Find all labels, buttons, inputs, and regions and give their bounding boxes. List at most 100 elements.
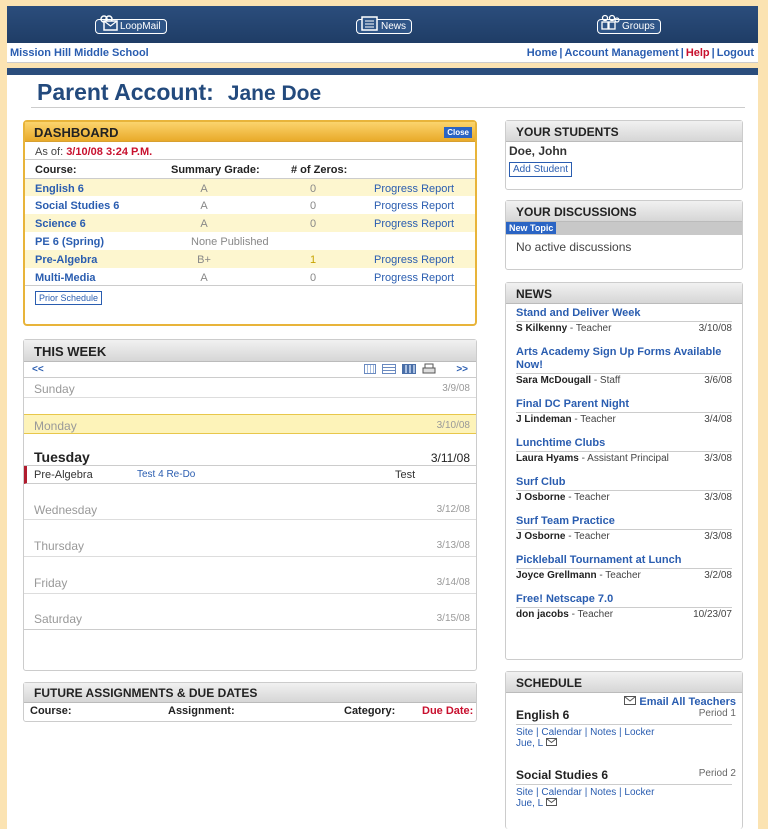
- news-date: 3/3/08: [704, 531, 732, 542]
- divider: [31, 107, 745, 108]
- logout-link[interactable]: Logout: [717, 47, 754, 59]
- teacher-link[interactable]: Jue, L: [516, 798, 543, 809]
- notes-link[interactable]: Notes: [590, 787, 616, 798]
- news-meta: J Osborne - Teacher 3/3/08: [516, 490, 732, 503]
- grade-value: A: [200, 218, 208, 230]
- news-meta: J Osborne - Teacher 3/3/08: [516, 529, 732, 542]
- news-title-link[interactable]: Free! Netscape 7.0: [516, 593, 732, 606]
- separator: |: [711, 47, 715, 59]
- loopmail-icon: [100, 15, 118, 31]
- day-row-monday: Monday 3/10/08: [24, 415, 476, 434]
- course-link[interactable]: Pre-Algebra: [35, 254, 97, 266]
- groups-button[interactable]: Groups: [597, 14, 661, 34]
- print-icon[interactable]: [422, 363, 436, 375]
- news-button[interactable]: News: [356, 16, 413, 34]
- assignment-category: Test: [395, 469, 416, 481]
- course-link[interactable]: Social Studies 6: [35, 200, 119, 212]
- zeros-value: 0: [309, 218, 317, 230]
- course-link[interactable]: Multi-Media: [35, 272, 96, 284]
- email-icon[interactable]: [545, 798, 557, 806]
- next-week-button[interactable]: >>: [456, 364, 468, 375]
- as-of-label: As of:: [35, 146, 64, 158]
- news-date: 3/2/08: [704, 570, 732, 581]
- site-link[interactable]: Site: [516, 727, 533, 738]
- due-date-column-header: Due Date:: [422, 705, 474, 717]
- zeros-value: 0: [309, 200, 317, 212]
- calendar-link[interactable]: Calendar: [541, 787, 582, 798]
- add-student-button[interactable]: Add Student: [509, 162, 573, 177]
- news-role: - Teacher: [569, 323, 612, 334]
- course-link[interactable]: PE 6 (Spring): [35, 236, 104, 248]
- your-students-panel: YOUR STUDENTS Doe, John Add Student: [505, 120, 743, 190]
- dashboard-title: DASHBOARD: [34, 125, 119, 140]
- home-link[interactable]: Home: [527, 47, 558, 59]
- day-name: Friday: [34, 576, 68, 590]
- news-title-link[interactable]: Surf Club: [516, 476, 732, 489]
- help-link[interactable]: Help: [686, 47, 710, 59]
- course-link[interactable]: Science 6: [35, 218, 86, 230]
- news-title-link[interactable]: Surf Team Practice: [516, 515, 732, 528]
- news-item: Pickleball Tournament at Lunch Joyce Gre…: [506, 554, 742, 581]
- news-author: J Osborne: [516, 531, 566, 542]
- news-item: Free! Netscape 7.0 don jacobs - Teacher 1…: [506, 593, 742, 620]
- news-title-link[interactable]: Lunchtime Clubs: [516, 437, 732, 450]
- news-author: S Kilkenny: [516, 323, 568, 334]
- day-row-tuesday: Tuesday 3/11/08: [24, 434, 476, 466]
- progress-report-link[interactable]: Progress Report: [374, 254, 454, 266]
- progress-report-link[interactable]: Progress Report: [374, 218, 454, 230]
- prior-schedule-button[interactable]: Prior Schedule: [35, 291, 103, 305]
- news-role: - Teacher: [568, 492, 610, 503]
- locker-link[interactable]: Locker: [624, 787, 654, 798]
- calendar-link[interactable]: Calendar: [541, 727, 582, 738]
- new-topic-button[interactable]: New Topic: [506, 222, 557, 234]
- month-view-icon[interactable]: [402, 364, 416, 374]
- day-name: Tuesday: [34, 449, 90, 465]
- course-link[interactable]: English 6: [35, 183, 84, 195]
- news-author: don jacobs: [516, 609, 569, 620]
- news-title-link[interactable]: Final DC Parent Night: [516, 398, 732, 411]
- site-link[interactable]: Site: [516, 787, 533, 798]
- assignment-row: Pre-Algebra Test 4 Re-Do Test: [24, 466, 476, 484]
- news-title-link[interactable]: Arts Academy Sign Up Forms Available Now…: [516, 346, 732, 372]
- day-view-icon[interactable]: [364, 364, 376, 374]
- groups-label: Groups: [622, 21, 655, 32]
- progress-report-link[interactable]: Progress Report: [374, 200, 454, 212]
- table-row: English 6 A 0 Progress Report: [25, 178, 475, 196]
- day-row-saturday: Saturday 3/15/08: [24, 594, 476, 630]
- email-icon[interactable]: [545, 738, 557, 746]
- assignment-link[interactable]: Test 4 Re-Do: [137, 469, 195, 480]
- grade-value: A: [200, 200, 208, 212]
- progress-report-link[interactable]: Progress Report: [374, 272, 454, 284]
- day-row-thursday: Thursday 3/13/08: [24, 520, 476, 557]
- locker-link[interactable]: Locker: [624, 727, 654, 738]
- email-all-teachers-link[interactable]: Email All Teachers: [639, 696, 736, 708]
- course-header: Course:: [35, 164, 77, 176]
- week-view-icon[interactable]: [382, 364, 396, 374]
- schedule-header: SCHEDULE: [506, 672, 742, 693]
- close-button[interactable]: Close: [444, 127, 472, 138]
- parent-name: Jane Doe: [227, 82, 322, 105]
- day-date: 3/14/08: [436, 577, 470, 588]
- progress-report-link[interactable]: Progress Report: [374, 183, 454, 195]
- future-assignments-header: FUTURE ASSIGNMENTS & DUE DATES: [24, 683, 476, 703]
- teacher-link[interactable]: Jue, L: [516, 738, 543, 749]
- news-meta: Laura Hyams - Assistant Principal 3/3/08: [516, 451, 732, 464]
- table-row: Science 6 A 0 Progress Report: [25, 214, 475, 232]
- account-management-link[interactable]: Account Management: [564, 47, 678, 59]
- news-meta: don jacobs - Teacher 10/23/07: [516, 607, 732, 620]
- news-date: 3/10/08: [698, 323, 732, 334]
- news-title-link[interactable]: Stand and Deliver Week: [516, 307, 732, 320]
- day-name: Thursday: [34, 539, 85, 553]
- day-date: 3/11/08: [430, 451, 470, 465]
- news-author: Sara McDougall: [516, 375, 592, 386]
- notes-link[interactable]: Notes: [590, 727, 616, 738]
- student-name[interactable]: Doe, John: [506, 142, 742, 160]
- schedule-item: Social Studies 6 Period 2 Site | Calenda…: [516, 768, 736, 809]
- news-date: 3/4/08: [704, 414, 732, 425]
- news-meta: J Lindeman - Teacher 3/4/08: [516, 412, 732, 425]
- news-title-link[interactable]: Pickleball Tournament at Lunch: [516, 554, 732, 567]
- news-role: - Staff: [593, 375, 621, 386]
- loopmail-button[interactable]: LoopMail: [95, 15, 167, 34]
- previous-week-button[interactable]: <<: [32, 364, 44, 375]
- grade-value: A: [200, 183, 208, 195]
